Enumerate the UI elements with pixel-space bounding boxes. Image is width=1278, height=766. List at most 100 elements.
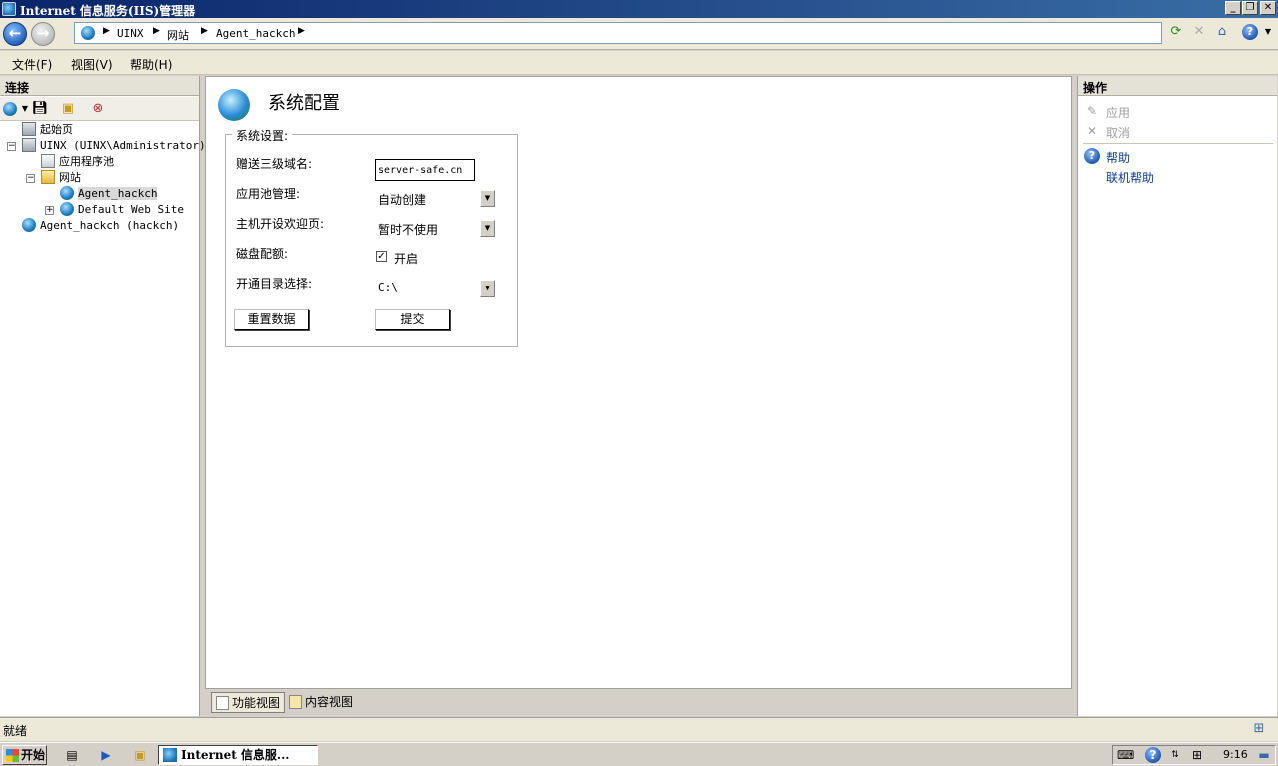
network-icon: ⊞ <box>1253 721 1265 736</box>
app-pool-select[interactable]: 自动创建 ▼ <box>375 188 495 208</box>
connections-header: 连接 <box>0 76 199 96</box>
tree-item-label: Default Web Site <box>78 203 184 216</box>
action-help[interactable]: 帮助 <box>1106 149 1130 166</box>
iis-app-icon <box>163 748 177 762</box>
up-folder-icon[interactable]: ▣ <box>59 100 77 118</box>
tree-item-start-page[interactable]: 起始页 <box>22 122 73 138</box>
connect-icon[interactable] <box>3 102 17 116</box>
collapse-icon[interactable]: − <box>7 142 16 151</box>
system-tray: ⌨ ? ⇅ ⊞ 9:16 ▬ <box>1112 745 1276 765</box>
show-desktop-icon[interactable]: ▬ <box>1256 747 1272 763</box>
connections-panel: 连接 ▼ 💾︎ ▣ ⊗ 起始页 − UINX (UINX\Administrat… <box>0 76 206 716</box>
features-view-icon <box>216 696 229 710</box>
home-icon[interactable]: ⌂ <box>1213 23 1231 41</box>
cancel-icon: ✕ <box>1086 124 1098 138</box>
tree-item-label: UINX (UINX\Administrator) <box>40 139 206 152</box>
explorer-icon[interactable]: ▣ <box>132 747 148 763</box>
menu-file[interactable]: 文件(F) <box>12 56 52 73</box>
content-view-icon <box>289 695 302 709</box>
network-icon[interactable]: ⊞ <box>1189 747 1205 763</box>
forward-button[interactable]: → <box>31 22 55 46</box>
collapse-icon[interactable]: − <box>26 174 35 183</box>
action-cancel[interactable]: 取消 <box>1106 124 1130 141</box>
chevron-right-icon[interactable]: ▶ <box>201 26 208 36</box>
tab-features-view[interactable]: 功能视图 <box>211 692 286 713</box>
app-pool-value: 自动创建 <box>378 193 427 207</box>
server-manager-icon[interactable]: ▤ <box>64 747 80 763</box>
powershell-icon[interactable]: ▶ <box>98 747 114 763</box>
chevron-right-icon[interactable]: ▶ <box>298 26 305 36</box>
tree-item-label: 网站 <box>59 171 81 184</box>
expand-icon[interactable]: + <box>45 206 54 215</box>
tab-label: 功能视图 <box>232 696 281 710</box>
minimize-button[interactable]: _ <box>1225 1 1241 15</box>
tree-item-server[interactable]: UINX (UINX\Administrator) <box>22 138 206 154</box>
chevron-right-icon[interactable]: ▶ <box>103 26 110 36</box>
chevron-down-icon[interactable]: ▼ <box>480 280 495 297</box>
taskbar-iis-window[interactable]: Internet 信息服... <box>158 745 318 765</box>
restore-button[interactable]: ❐ <box>1242 1 1258 15</box>
chevron-right-icon[interactable]: ▶ <box>153 26 160 36</box>
directory-select[interactable]: C:\ ▼ <box>375 278 495 298</box>
tree-item-label: 起始页 <box>40 123 73 136</box>
close-button[interactable]: ✕ <box>1260 1 1276 15</box>
breadcrumb-site[interactable]: Agent_hackch <box>216 27 295 40</box>
divider <box>1083 143 1273 144</box>
chevron-down-icon[interactable]: ▼ <box>480 190 495 207</box>
tree-item-agent-connection[interactable]: Agent_hackch (hackch) <box>22 218 179 234</box>
save-icon[interactable]: 💾︎ <box>31 100 49 118</box>
menu-help[interactable]: 帮助(H) <box>130 56 172 73</box>
chevron-down-icon[interactable]: ▼ <box>1259 23 1277 41</box>
main-content: 系统配置 系统设置: 赠送三级域名: 应用池管理: 自动创建 ▼ 主机开设欢迎页… <box>205 76 1072 689</box>
tab-content-view[interactable]: 内容视图 <box>285 692 357 713</box>
connections-toolbar: ▼ 💾︎ ▣ ⊗ <box>0 97 199 121</box>
address-bar[interactable]: ▶ UINX ▶ 网站 ▶ Agent_hackch ▶ <box>74 22 1162 44</box>
disk-quota-option-label[interactable]: 开启 <box>394 250 418 267</box>
help-icon[interactable]: ? <box>1145 747 1161 763</box>
app-pool-label: 应用池管理: <box>236 187 301 201</box>
action-online-help[interactable]: 联机帮助 <box>1106 169 1154 186</box>
globe-icon <box>60 202 74 216</box>
task-label: Internet 信息服... <box>181 748 290 762</box>
tree-item-sites[interactable]: 网站 <box>41 170 81 186</box>
page-title: 系统配置 <box>268 93 340 114</box>
start-page-icon <box>22 122 36 136</box>
server-icon <box>22 138 36 152</box>
settings-group: 系统设置: 赠送三级域名: 应用池管理: 自动创建 ▼ 主机开设欢迎页: 暂时不… <box>225 127 518 347</box>
help-icon[interactable]: ? <box>1242 24 1258 40</box>
welcome-page-select[interactable]: 暂时不使用 ▼ <box>375 218 495 238</box>
keyboard-icon[interactable]: ⌨ <box>1117 747 1134 763</box>
tree-item-label: Agent_hackch (hackch) <box>40 219 180 232</box>
welcome-page-label: 主机开设欢迎页: <box>236 217 325 231</box>
breadcrumb-sites[interactable]: 网站 <box>167 27 189 43</box>
actions-header: 操作 <box>1078 76 1277 96</box>
clock: 9:16 <box>1223 748 1248 761</box>
tree-item-default-site[interactable]: Default Web Site <box>60 202 184 218</box>
globe-icon <box>22 218 36 232</box>
back-button[interactable]: ← <box>3 22 27 46</box>
tree-item-app-pools[interactable]: 应用程序池 <box>41 154 114 170</box>
iis-app-icon <box>2 2 16 16</box>
view-tabs: 功能视图 内容视图 <box>205 690 1072 715</box>
disk-quota-checkbox[interactable]: ✓ <box>376 251 387 262</box>
window-title: Internet 信息服务(IIS)管理器 <box>20 4 196 18</box>
stop-icon[interactable]: ✕ <box>1190 23 1208 41</box>
directory-label: 开通目录选择: <box>236 277 313 291</box>
app-pool-icon <box>41 154 55 168</box>
tree-item-site-agent[interactable]: Agent_hackch <box>60 186 158 202</box>
menu-bar: 文件(F) 视图(V) 帮助(H) <box>0 51 1278 75</box>
apply-icon: ✎ <box>1086 104 1098 118</box>
help-icon: ? <box>1084 148 1100 164</box>
disconnect-icon[interactable]: ⊗ <box>89 100 107 118</box>
submit-button[interactable]: 提交 <box>375 309 450 330</box>
domain-input[interactable] <box>375 159 475 181</box>
action-apply[interactable]: 应用 <box>1106 104 1130 121</box>
language-icon[interactable]: ⇅ <box>1167 747 1183 763</box>
refresh-icon[interactable]: ⟳ <box>1167 23 1185 41</box>
start-button[interactable]: 开始 <box>2 745 47 765</box>
menu-view[interactable]: 视图(V) <box>71 56 113 73</box>
breadcrumb-server[interactable]: UINX <box>117 27 144 40</box>
chevron-down-icon[interactable]: ▼ <box>480 220 495 237</box>
reset-button[interactable]: 重置数据 <box>234 309 309 330</box>
title-bar: Internet 信息服务(IIS)管理器 _ ❐ ✕ <box>0 0 1278 18</box>
